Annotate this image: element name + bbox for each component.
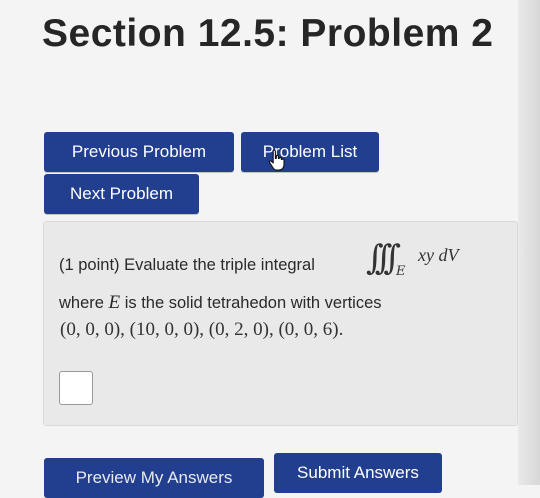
next-problem-button[interactable]: Next Problem bbox=[44, 174, 199, 214]
vertices-list: (0, 0, 0), (10, 0, 0), (0, 2, 0), (0, 0,… bbox=[60, 319, 344, 340]
problem-region-text: where E is the solid tetrahedon with ver… bbox=[59, 292, 382, 314]
problem-statement: (1 point) Evaluate the triple integral bbox=[59, 256, 315, 274]
integrand: xy dV bbox=[418, 245, 459, 265]
hand-cursor-icon bbox=[268, 149, 285, 171]
where-suffix: is the solid tetrahedon with vertices bbox=[120, 294, 382, 312]
answer-input[interactable] bbox=[59, 371, 93, 405]
previous-problem-button[interactable]: Previous Problem bbox=[44, 132, 234, 172]
integral-region: E bbox=[396, 264, 406, 279]
integral-signs: ∫∫∫ bbox=[366, 238, 401, 278]
where-prefix: where bbox=[59, 294, 109, 312]
triple-integral: ∫∫∫ E xy dV bbox=[366, 238, 476, 280]
page-edge bbox=[518, 0, 540, 485]
submit-answers-button[interactable]: Submit Answers bbox=[274, 453, 442, 493]
page-title: Section 12.5: Problem 2 bbox=[42, 12, 494, 55]
problem-list-button[interactable]: Problem List bbox=[241, 132, 379, 172]
region-symbol: E bbox=[108, 292, 121, 313]
preview-answers-button[interactable]: Preview My Answers bbox=[44, 458, 264, 498]
